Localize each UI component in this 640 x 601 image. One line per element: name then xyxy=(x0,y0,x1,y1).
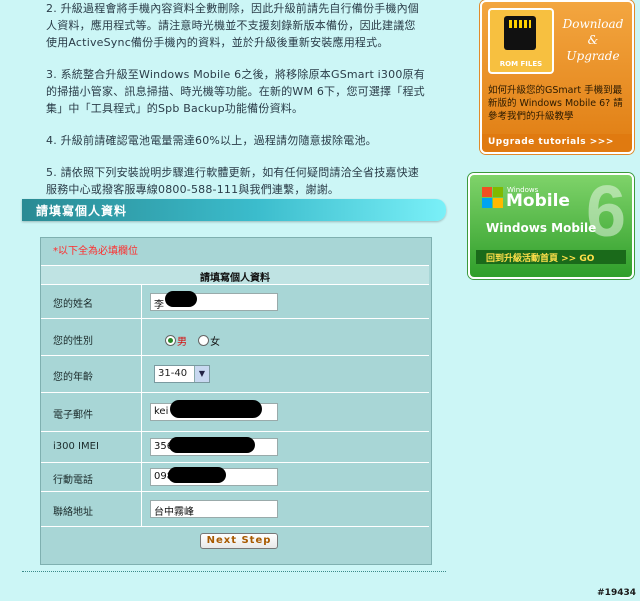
image-id-watermark: #19434 xyxy=(597,588,636,598)
email-label: 電子郵件 xyxy=(53,410,93,421)
windows-mobile-6-banner[interactable]: 6 Windows Mobile Windows Mobile 回到升級活動首頁… xyxy=(468,172,634,279)
gender-options: 男 女 xyxy=(165,330,220,349)
address-row: 聯絡地址 台中霧峰 xyxy=(41,492,429,527)
age-select[interactable]: 31-40 ▼ xyxy=(154,365,210,383)
address-label: 聯絡地址 xyxy=(53,507,93,518)
name-label: 您的姓名 xyxy=(53,299,93,310)
submit-row: Next Step xyxy=(41,528,429,563)
divider xyxy=(22,571,446,572)
windows-mobile-title: Windows Mobile xyxy=(486,221,597,235)
heading-amp: & xyxy=(587,33,599,47)
form-title: 請填寫個人資料 xyxy=(200,273,270,284)
mobile-brand: Mobile xyxy=(506,191,570,211)
address-input[interactable]: 台中霧峰 xyxy=(150,500,278,518)
gender-female-radio[interactable] xyxy=(198,335,210,346)
imei-label: i300 IMEI xyxy=(53,441,99,452)
imei-row: i300 IMEI 356 xyxy=(41,432,429,463)
back-to-event-link[interactable]: 回到升級活動首頁 >> GO xyxy=(476,250,626,264)
upgrade-tutorials-label: Upgrade tutorials >>> xyxy=(488,137,614,147)
chevron-down-icon[interactable]: ▼ xyxy=(194,366,209,382)
redaction xyxy=(168,467,226,483)
redaction xyxy=(169,437,255,453)
big-six: 6 xyxy=(585,172,626,252)
age-row: 您的年齡 31-40 ▼ xyxy=(41,356,429,393)
note-4: 4. 升級前請確認電池電量需達60%以上，過程請勿隨意拔除電池。 xyxy=(46,134,377,147)
heading-upgrade: Upgrade xyxy=(566,49,620,63)
upgrade-tutorials-link[interactable]: Upgrade tutorials >>> xyxy=(482,134,632,152)
email-row: 電子郵件 kei xyxy=(41,393,429,432)
age-value: 31-40 xyxy=(158,368,188,379)
memory-card-icon xyxy=(504,16,536,50)
mobile-label: 行動電話 xyxy=(53,475,93,486)
name-value: 李 xyxy=(154,300,164,311)
note-3: 3. 系統整合升級至Windows Mobile 6之後，將移除原本GSmart… xyxy=(46,68,425,115)
gender-label: 您的性別 xyxy=(53,336,93,347)
note-5: 5. 請依照下列安裝說明步驟進行軟體更新，如有任何疑問請洽全省技嘉快速服務中心或… xyxy=(46,166,419,196)
upgrade-notes: 2. 升級過程會將手機內容資料全數刪除，因此升級前請先自行備份手機內個人資料，應… xyxy=(46,0,426,213)
personal-info-form: *以下全為必填欄位 請填寫個人資料 您的姓名 李 您的性別 男 女 您的年齡 3… xyxy=(40,237,432,565)
section-header: 請填寫個人資料 xyxy=(22,199,446,221)
age-label: 您的年齡 xyxy=(53,372,93,383)
required-note: *以下全為必填欄位 xyxy=(53,246,138,257)
gender-row: 您的性別 男 女 xyxy=(41,319,429,356)
name-row: 您的姓名 李 xyxy=(41,284,429,319)
gender-female-label: 女 xyxy=(210,337,221,348)
mobile-row: 行動電話 098 xyxy=(41,463,429,492)
redaction xyxy=(170,400,262,418)
back-to-event-label: 回到升級活動首頁 >> GO xyxy=(486,254,595,264)
gender-male-radio[interactable] xyxy=(165,335,176,346)
section-title: 請填寫個人資料 xyxy=(36,204,128,218)
address-value: 台中霧峰 xyxy=(154,507,194,518)
email-value: kei xyxy=(154,406,169,417)
next-step-button[interactable]: Next Step xyxy=(200,533,278,549)
note-2: 2. 升級過程會將手機內容資料全數刪除，因此升級前請先自行備份手機內個人資料，應… xyxy=(46,2,419,49)
heading-download: Download xyxy=(562,17,624,31)
download-upgrade-heading: Download & Upgrade xyxy=(558,16,628,64)
rom-files-icon: ROM FILES xyxy=(488,8,554,74)
gender-male-label: 男 xyxy=(177,337,187,348)
rom-download-banner[interactable]: ROM FILES Download & Upgrade 如何升級您的GSmar… xyxy=(480,0,634,154)
rom-description: 如何升級您的GSmart 手機到最新版的 Windows Mobile 6? 請… xyxy=(488,85,623,122)
form-title-row: 請填寫個人資料 xyxy=(41,265,429,285)
rom-icon-label: ROM FILES xyxy=(499,60,543,68)
redaction xyxy=(165,291,197,307)
windows-logo-icon xyxy=(482,187,504,209)
